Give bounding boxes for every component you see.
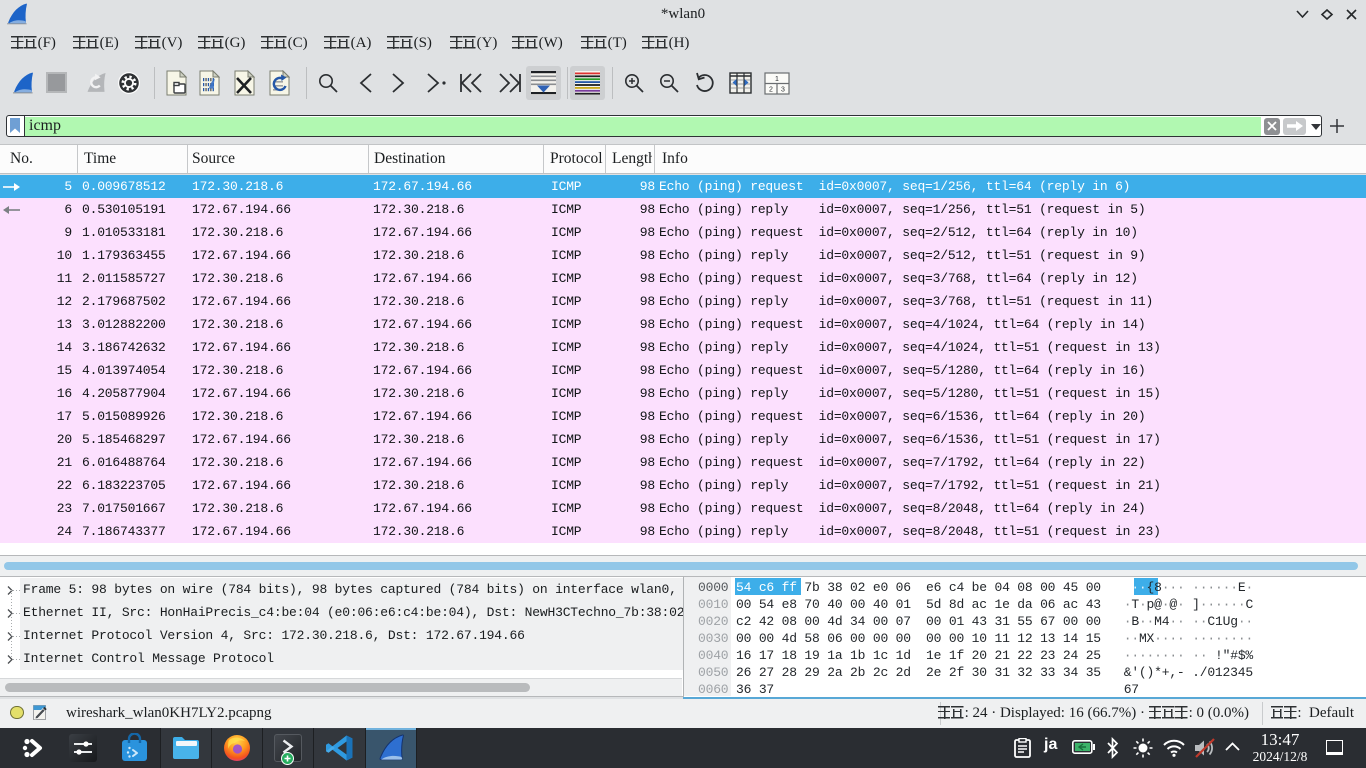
svg-text:3: 3 — [781, 87, 785, 94]
svg-text:1: 1 — [775, 76, 779, 83]
svg-text:2: 2 — [769, 87, 773, 94]
